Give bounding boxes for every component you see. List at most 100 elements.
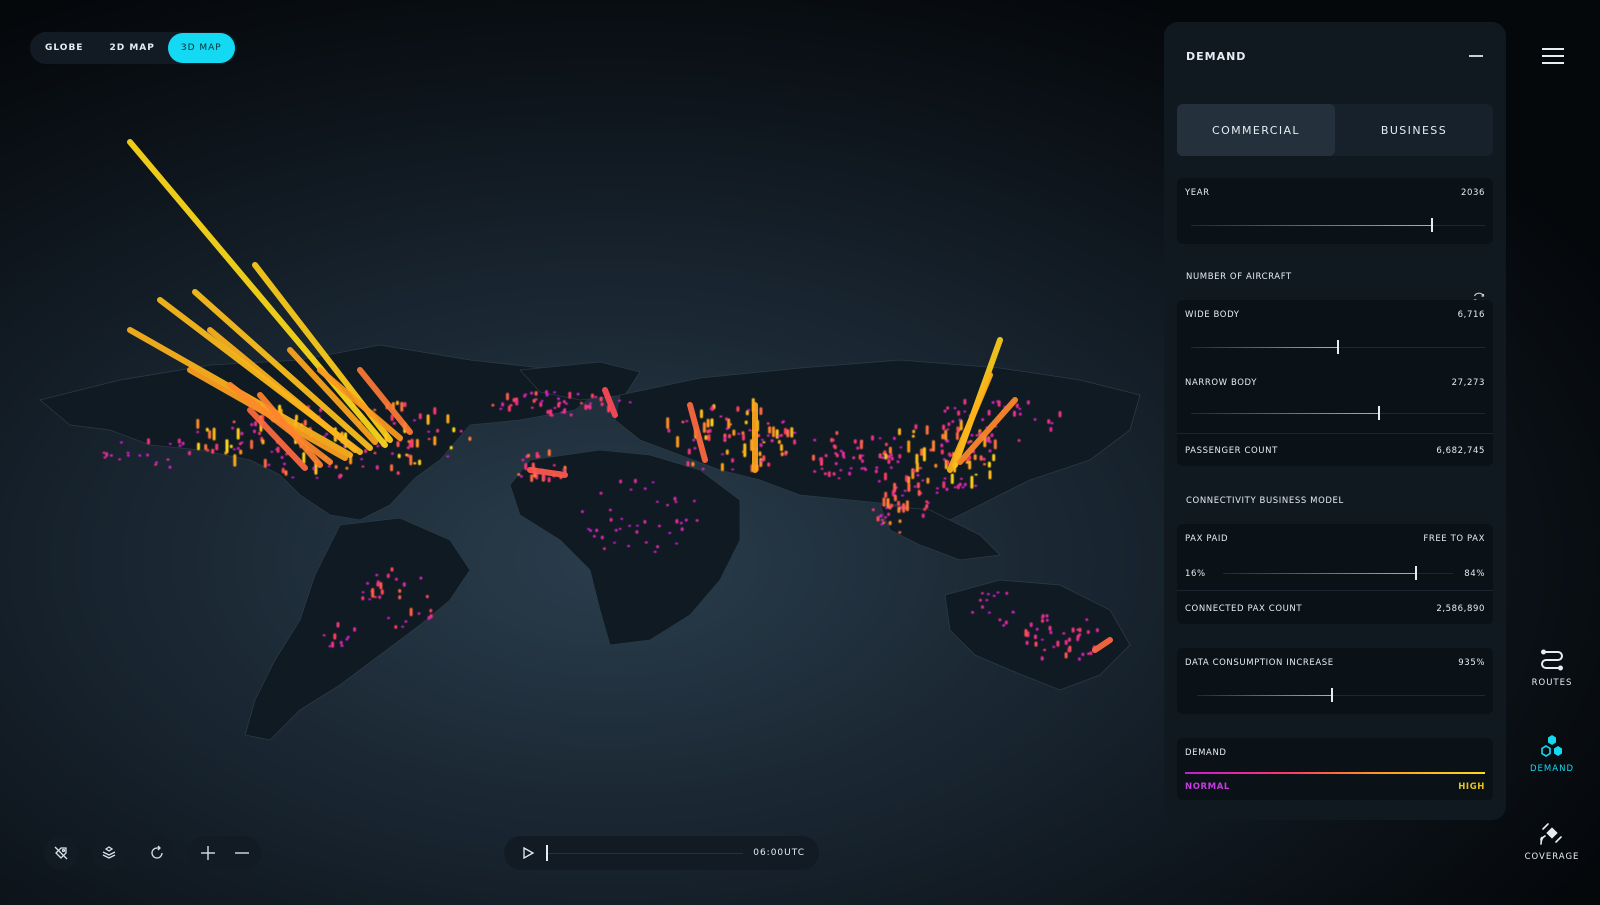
demand-point [1026, 400, 1030, 405]
hide-labels-button[interactable] [44, 836, 78, 870]
demand-point [887, 512, 891, 516]
demand-point [922, 447, 926, 462]
demand-point [613, 541, 616, 544]
demand-point [884, 516, 888, 519]
wide-body-slider-thumb[interactable] [1337, 340, 1339, 354]
demand-point [340, 644, 344, 647]
view-2d-map-button[interactable]: 2D MAP [96, 33, 167, 63]
tab-commercial[interactable]: COMMERCIAL [1177, 104, 1335, 156]
connectivity-split-slider[interactable] [1223, 566, 1453, 580]
demand-point [790, 427, 794, 438]
rail-routes[interactable]: ROUTES [1512, 648, 1592, 688]
demand-point [429, 614, 433, 619]
zoom-in-button[interactable] [191, 836, 225, 870]
demand-point [284, 470, 288, 476]
demand-point [178, 444, 182, 447]
year-slider-thumb[interactable] [1431, 218, 1434, 232]
demand-point [988, 470, 992, 480]
demand-point [168, 442, 172, 445]
demand-point [618, 527, 622, 530]
panel-title: DEMAND [1186, 49, 1247, 63]
narrow-body-slider[interactable] [1191, 406, 1485, 420]
demand-point [629, 488, 633, 491]
demand-point [401, 625, 405, 628]
demand-point [898, 454, 902, 459]
demand-point [993, 439, 997, 450]
demand-point [859, 439, 863, 450]
demand-point [898, 531, 902, 534]
demand-point [963, 398, 967, 405]
zoom-controls [189, 836, 261, 870]
demand-point [707, 434, 711, 442]
demand-point [258, 431, 261, 436]
free-to-pax-label: FREE TO PAX [1423, 534, 1485, 544]
view-globe-button[interactable]: GLOBE [32, 33, 96, 63]
demand-point [527, 453, 530, 458]
aircraft-card: WIDE BODY 6,716 NARROW BODY 27,273 PASSE… [1177, 300, 1493, 466]
demand-point [742, 450, 746, 454]
demand-point [1034, 641, 1038, 647]
demand-point [1041, 619, 1044, 623]
demand-point [1076, 636, 1080, 642]
demand-point [813, 470, 817, 473]
demand-point [702, 422, 706, 433]
pax-paid-value: 16% [1185, 569, 1206, 579]
demand-point [687, 448, 691, 455]
demand-point [852, 456, 856, 460]
demand-point [833, 445, 837, 450]
demand-point [322, 634, 326, 637]
menu-button[interactable] [1542, 48, 1564, 66]
zoom-out-button[interactable] [225, 836, 259, 870]
demand-point [958, 418, 962, 422]
demand-point [693, 446, 697, 450]
data-consumption-slider[interactable] [1197, 688, 1485, 702]
rail-coverage[interactable]: COVERAGE [1512, 820, 1592, 862]
view-3d-map-button[interactable]: 3D MAP [167, 33, 235, 63]
wide-body-label: WIDE BODY [1185, 310, 1240, 320]
demand-point [692, 499, 696, 503]
wide-body-slider[interactable] [1191, 340, 1485, 354]
year-slider[interactable] [1191, 218, 1485, 232]
free-to-pax-value: 84% [1464, 569, 1485, 579]
connectivity-slider-thumb[interactable] [1415, 566, 1418, 580]
timeline-scrubber[interactable] [546, 845, 744, 861]
demand-point [1064, 652, 1068, 659]
demand-point [876, 516, 880, 522]
demand-point [270, 450, 274, 453]
demand-point [780, 452, 784, 457]
demand-point [742, 434, 745, 441]
data-consumption-slider-thumb[interactable] [1331, 688, 1334, 702]
demand-point [827, 471, 831, 478]
demand-point [885, 507, 889, 510]
layers-button[interactable] [92, 836, 126, 870]
demand-point [915, 453, 919, 465]
demand-point [935, 487, 939, 490]
timeline-thumb[interactable] [546, 845, 548, 861]
play-button[interactable] [518, 843, 538, 863]
demand-point [916, 482, 920, 489]
demand-point [879, 514, 883, 517]
demand-point [766, 434, 770, 437]
demand-point [231, 426, 235, 430]
collapse-panel-button[interactable] [1468, 48, 1484, 64]
demand-point [521, 458, 525, 462]
demand-point [992, 454, 996, 462]
demand-point [786, 429, 790, 438]
narrow-body-slider-thumb[interactable] [1378, 406, 1381, 420]
demand-point [728, 434, 731, 439]
demand-point [848, 471, 852, 476]
reset-view-button[interactable] [140, 836, 174, 870]
tab-business[interactable]: BUSINESS [1335, 104, 1493, 156]
passenger-count-label: PASSENGER COUNT [1185, 446, 1278, 456]
demand-point [692, 438, 696, 442]
world-demand-map[interactable] [0, 0, 1160, 905]
demand-point [943, 477, 947, 480]
demand-point [998, 618, 1002, 622]
rail-demand[interactable]: DEMAND [1512, 734, 1592, 774]
demand-point [530, 474, 534, 482]
demand-point [723, 436, 727, 441]
demand-point [832, 472, 836, 476]
demand-point [731, 458, 735, 463]
demand-point [884, 453, 888, 460]
demand-point [942, 424, 946, 431]
